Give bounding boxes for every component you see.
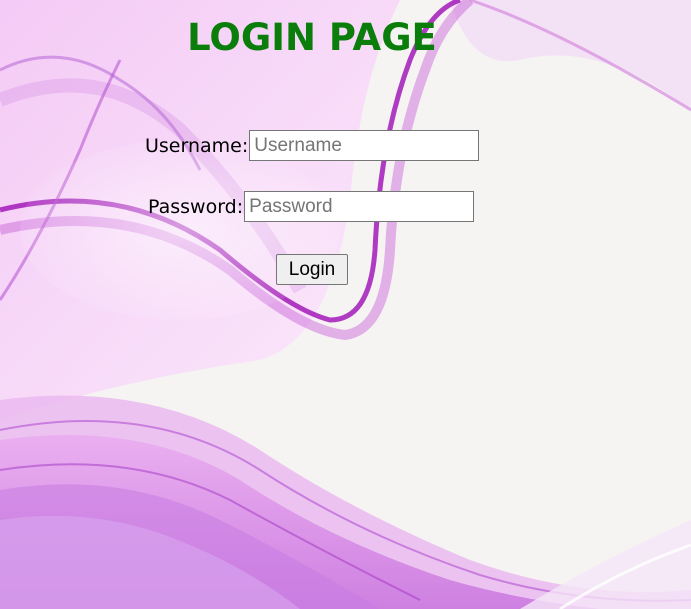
username-row: Username: — [145, 130, 480, 161]
password-input[interactable] — [244, 191, 475, 222]
page-title: LOGIN PAGE — [187, 16, 437, 59]
login-page: LOGIN PAGE Username: Password: Login — [0, 0, 691, 609]
password-label: Password: — [148, 195, 244, 218]
username-label: Username: — [145, 134, 249, 157]
login-button[interactable]: Login — [276, 254, 348, 285]
password-row: Password: — [148, 191, 475, 222]
username-input[interactable] — [249, 130, 480, 161]
